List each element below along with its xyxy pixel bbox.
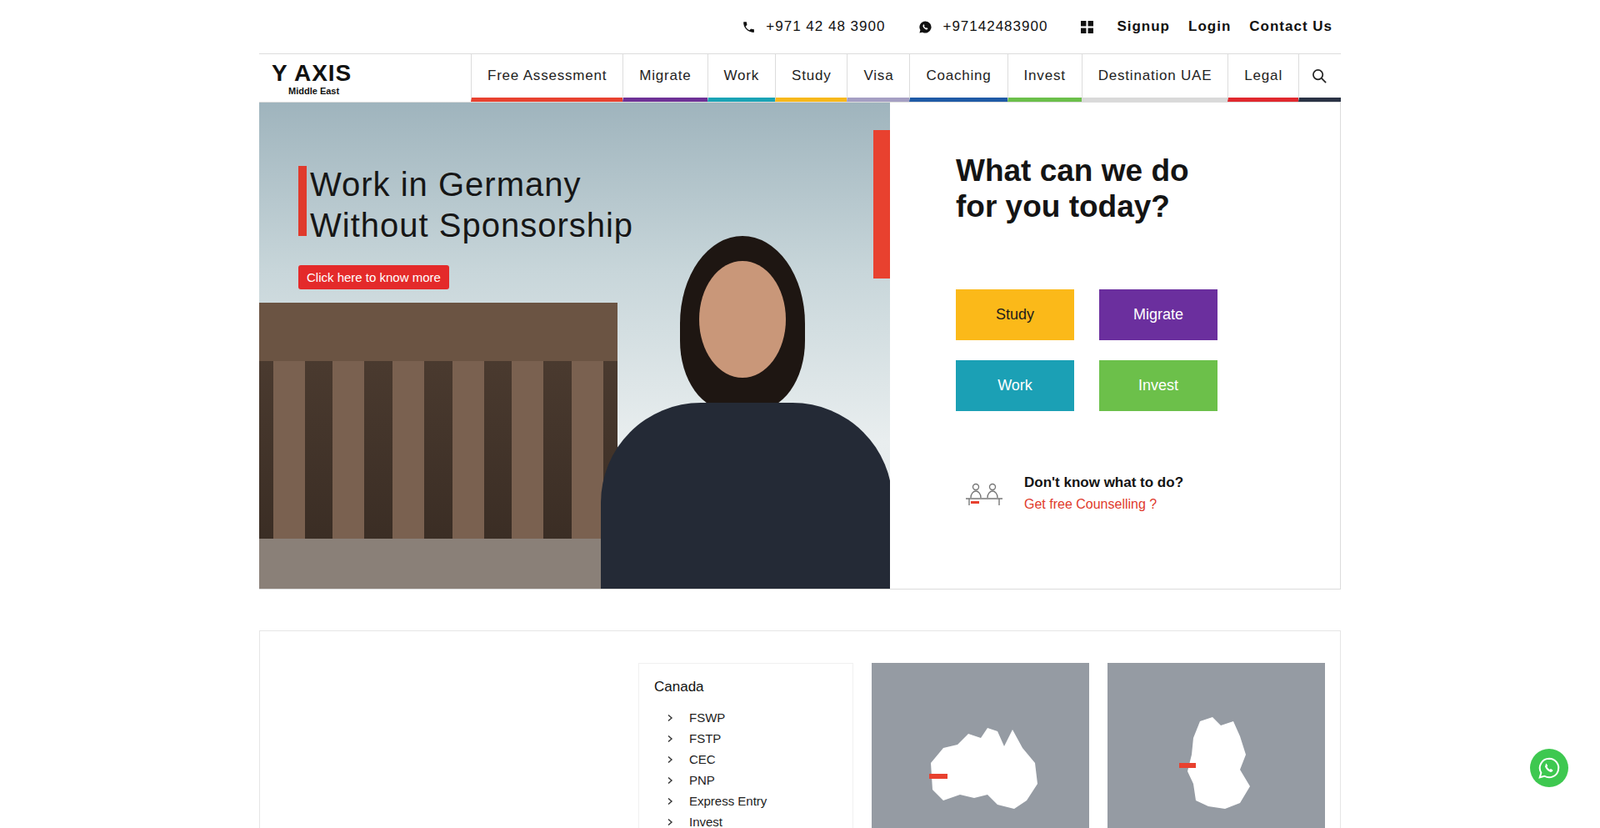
whatsapp-number: +97142483900 bbox=[942, 18, 1048, 35]
logo-tagline: Middle East bbox=[288, 85, 340, 96]
nav-item[interactable]: Free Assessment bbox=[470, 54, 623, 102]
australia-card[interactable] bbox=[871, 662, 1090, 828]
logo[interactable]: Y AXISMiddle East bbox=[259, 54, 471, 102]
page: +971 42 48 3900 +97142483900 Signup Login Co… bbox=[0, 0, 1600, 828]
whatsapp-link[interactable]: +97142483900 bbox=[918, 18, 1048, 35]
chevron-icon bbox=[665, 796, 675, 805]
nav-item[interactable]: Legal bbox=[1227, 54, 1299, 102]
program-item[interactable]: Express Entry bbox=[654, 790, 838, 811]
counselling-icon bbox=[964, 480, 1005, 506]
program-item[interactable]: FSWP bbox=[654, 706, 838, 728]
program-item[interactable]: Invest bbox=[654, 810, 838, 828]
counselling-question: Don't know what to do? bbox=[1024, 474, 1184, 491]
germany-map-icon bbox=[1133, 695, 1300, 828]
counselling: Don't know what to do? Get free Counselli… bbox=[955, 474, 1340, 512]
top-bar: +971 42 48 3900 +97142483900 Signup Login Co… bbox=[259, 0, 1341, 54]
program-item[interactable]: FSTP bbox=[654, 727, 838, 749]
search-button[interactable] bbox=[1298, 54, 1341, 102]
banner-gate bbox=[259, 302, 618, 545]
action-button[interactable]: Migrate bbox=[1099, 289, 1218, 340]
main-nav: Y AXISMiddle EastFree AssessmentMigrateW… bbox=[259, 53, 1341, 102]
search-icon bbox=[1311, 68, 1328, 85]
nav-item[interactable]: Destination UAE bbox=[1081, 54, 1229, 102]
whatsapp-icon bbox=[918, 20, 933, 35]
phone-icon bbox=[741, 20, 756, 35]
germany-card[interactable] bbox=[1107, 662, 1325, 828]
hero: Work in GermanyWithout Sponsorship Click … bbox=[259, 101, 1341, 590]
chevron-icon bbox=[665, 817, 675, 826]
whatsapp-icon bbox=[1536, 755, 1562, 780]
banner-accent bbox=[873, 130, 890, 279]
nav-item[interactable]: Migrate bbox=[622, 54, 707, 102]
nav-item[interactable]: Visa bbox=[846, 54, 910, 102]
counselling-link[interactable]: Get free Counselling ? bbox=[1024, 496, 1184, 512]
action-button[interactable]: Study bbox=[955, 289, 1075, 340]
action-grid: Study Migrate Work Invest bbox=[955, 289, 1340, 411]
banner-title: Work in GermanyWithout Sponsorship bbox=[310, 164, 634, 246]
chevron-icon bbox=[665, 713, 675, 722]
logo-name: Y AXIS bbox=[271, 61, 352, 85]
programs-section: Canada FSWPFSTPCECPNPExpress EntryInvest bbox=[259, 630, 1341, 828]
nav-item[interactable]: Invest bbox=[1007, 54, 1082, 102]
chevron-icon bbox=[665, 734, 675, 743]
nav-item[interactable]: Coaching bbox=[909, 54, 1007, 102]
program-item[interactable]: CEC bbox=[654, 748, 838, 770]
know-more-button[interactable]: Click here to know more bbox=[298, 265, 450, 290]
panel-heading: What can we do for you today? bbox=[955, 152, 1231, 225]
action-panel: What can we do for you today? Study Migrat… bbox=[890, 102, 1340, 589]
phone-number: +971 42 48 3900 bbox=[765, 18, 885, 35]
phone-link[interactable]: +971 42 48 3900 bbox=[741, 18, 885, 35]
chevron-icon bbox=[665, 755, 675, 764]
country-title: Canada bbox=[654, 678, 838, 695]
banner-person bbox=[600, 235, 890, 589]
nav-item[interactable]: Work bbox=[707, 54, 776, 102]
chevron-icon bbox=[665, 775, 675, 785]
whatsapp-chat-button[interactable] bbox=[1530, 748, 1569, 787]
hero-banner: Work in GermanyWithout Sponsorship Click … bbox=[259, 102, 890, 589]
action-button[interactable]: Invest bbox=[1099, 360, 1218, 411]
top-link[interactable]: Signup bbox=[1116, 18, 1170, 35]
top-link[interactable]: Login bbox=[1188, 18, 1231, 35]
action-button[interactable]: Work bbox=[955, 360, 1075, 411]
banner-text: Work in GermanyWithout Sponsorship Click … bbox=[259, 102, 890, 290]
apps-grid-icon[interactable] bbox=[1080, 20, 1094, 34]
nav-item[interactable]: Study bbox=[775, 54, 847, 102]
australia-map-icon bbox=[897, 695, 1065, 828]
country-card: Canada FSWPFSTPCECPNPExpress EntryInvest bbox=[638, 662, 854, 828]
top-link[interactable]: Contact Us bbox=[1249, 18, 1333, 35]
program-item[interactable]: PNP bbox=[654, 769, 838, 790]
